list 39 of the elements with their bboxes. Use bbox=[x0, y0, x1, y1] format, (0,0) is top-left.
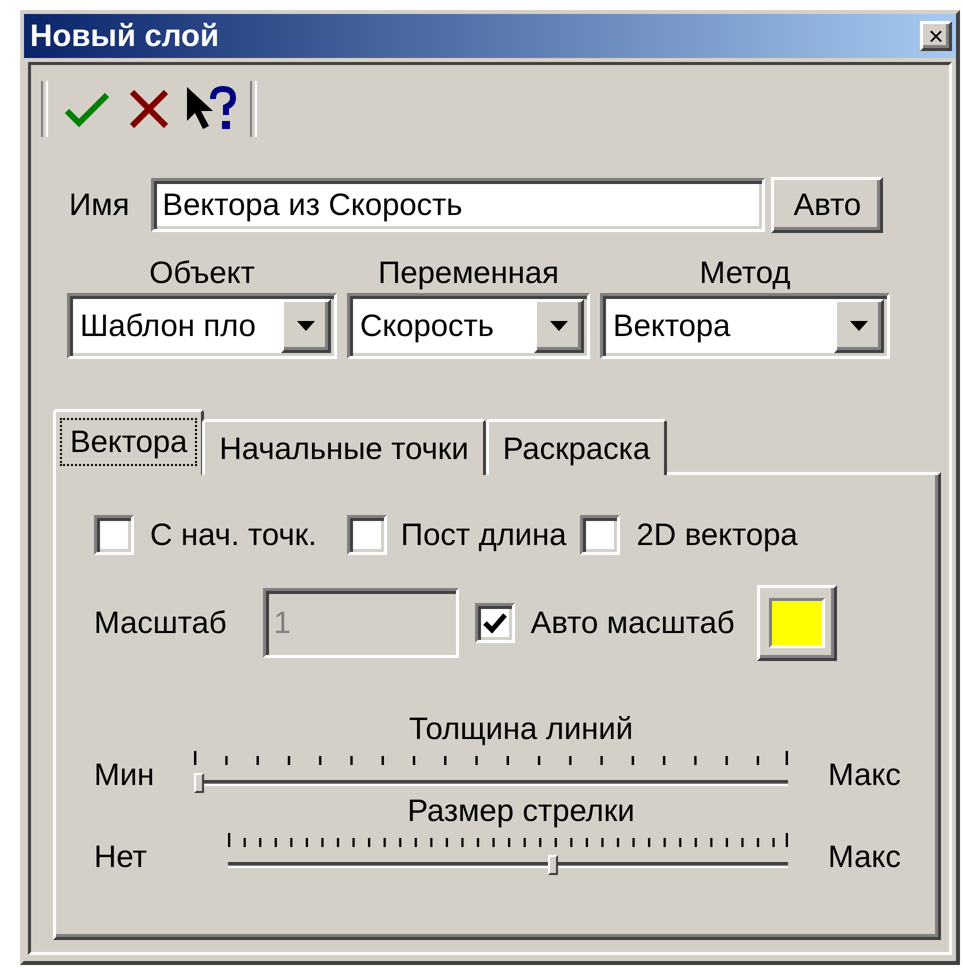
slider-title: Размер стрелки bbox=[406, 793, 636, 829]
tab[interactable]: Вектора bbox=[53, 409, 204, 475]
slider-max-label: Макс bbox=[827, 757, 902, 793]
toolbar-separator bbox=[41, 81, 48, 137]
slider-thumb[interactable] bbox=[194, 773, 204, 793]
close-button[interactable]: × bbox=[920, 21, 952, 51]
slider-min-label: Мин bbox=[94, 757, 156, 793]
slider-max-label: Макс bbox=[827, 839, 902, 875]
checkbox-label: Пост длина bbox=[400, 517, 566, 553]
combo-label: Метод bbox=[700, 254, 790, 292]
cross-icon bbox=[128, 88, 170, 130]
dropdown[interactable]: Вектора bbox=[600, 293, 890, 359]
window-title: Новый слой bbox=[30, 18, 220, 54]
dropdown-arrow-icon bbox=[297, 321, 315, 331]
slider-title: Толщина линий bbox=[408, 711, 634, 747]
checkbox[interactable] bbox=[94, 515, 134, 555]
tab[interactable]: Раскраска bbox=[486, 419, 668, 475]
checkbox-label: 2D вектора bbox=[636, 517, 798, 553]
toolbar-separator bbox=[250, 81, 257, 137]
name-field[interactable]: Вектора из Скорость bbox=[151, 178, 766, 232]
checkbox[interactable] bbox=[346, 515, 387, 555]
name-label: Имя bbox=[69, 187, 130, 223]
checkbox-label: Авто масштаб bbox=[530, 605, 735, 641]
dropdown-arrow-icon bbox=[550, 321, 568, 331]
dropdown[interactable]: Шаблон пло bbox=[67, 293, 337, 359]
scale-label: Масштаб bbox=[94, 605, 227, 641]
combo-label: Объект bbox=[149, 254, 255, 292]
checkbox[interactable] bbox=[474, 603, 515, 643]
combo-label: Переменная bbox=[378, 254, 559, 292]
color-button[interactable] bbox=[756, 585, 837, 661]
slider-min-label: Нет bbox=[94, 839, 148, 875]
checkbox[interactable] bbox=[580, 515, 620, 555]
auto-button[interactable]: Авто bbox=[771, 177, 884, 233]
dropdown-arrow-icon bbox=[850, 321, 868, 331]
tab[interactable]: Начальные точки bbox=[202, 419, 486, 475]
slider-thumb[interactable] bbox=[548, 855, 558, 875]
check-icon bbox=[482, 612, 507, 634]
checkbox-label: С нач. точк. bbox=[150, 517, 317, 553]
dropdown[interactable]: Скорость bbox=[347, 293, 590, 359]
